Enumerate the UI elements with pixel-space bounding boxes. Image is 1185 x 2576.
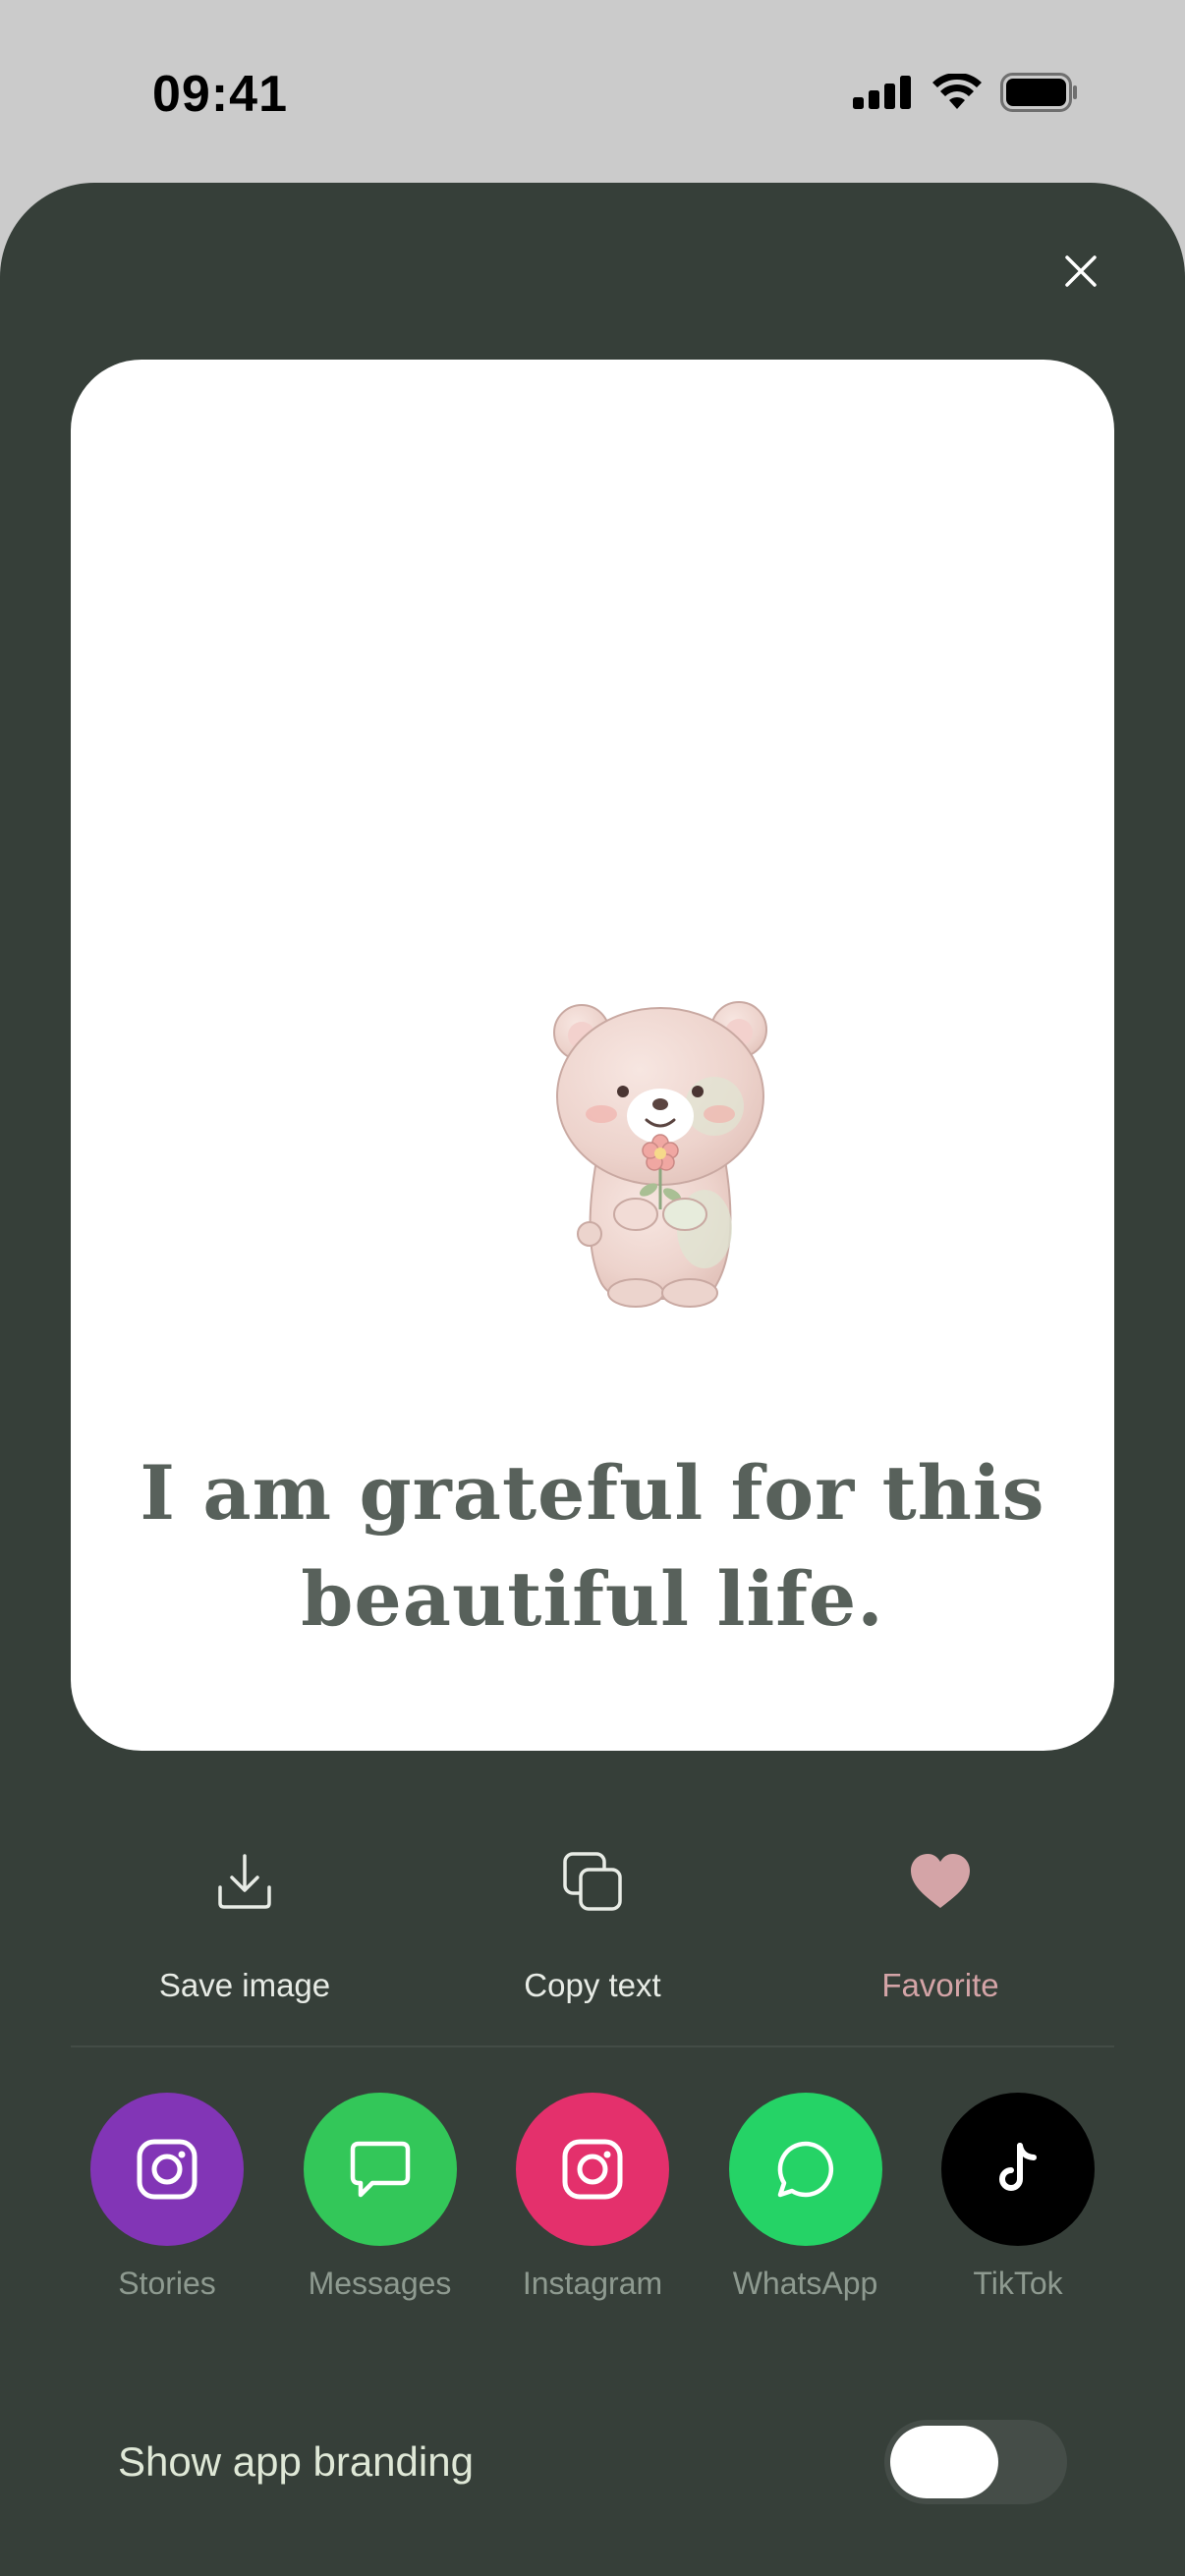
toggle-knob [890, 2426, 998, 2498]
share-whatsapp-button[interactable]: WhatsApp [707, 2093, 904, 2319]
share-tiktok-label: TikTok [973, 2266, 1063, 2301]
share-stories-label: Stories [118, 2266, 216, 2301]
bear-illustration [400, 890, 921, 1411]
status-time: 09:41 [152, 66, 288, 123]
share-tiktok-button[interactable]: TikTok [920, 2093, 1116, 2319]
tiktok-circle [941, 2093, 1095, 2246]
share-messages-button[interactable]: Messages [282, 2093, 479, 2319]
close-icon [1065, 255, 1097, 287]
stories-circle [90, 2093, 244, 2246]
whatsapp-circle [728, 2093, 882, 2246]
share-stories-button[interactable]: Stories [69, 2093, 265, 2319]
share-sheet: I am grateful for this beautiful life. S… [0, 183, 1185, 2576]
branding-row: Show app branding [118, 2415, 1067, 2509]
favorite-button[interactable]: Favorite [793, 1843, 1088, 2040]
cellular-signal-icon [853, 76, 911, 109]
instagram-circle [516, 2093, 669, 2246]
download-icon [210, 1847, 279, 1916]
affirmation-line-1: I am grateful for this [140, 1449, 1045, 1537]
show-app-branding-label: Show app branding [118, 2438, 474, 2485]
wifi-icon [932, 74, 982, 109]
share-instagram-button[interactable]: Instagram [494, 2093, 691, 2319]
status-bar: 09:41 [0, 0, 1185, 187]
tiktok-icon [999, 2143, 1037, 2191]
status-icons [853, 73, 1079, 112]
message-bubble-icon [350, 2141, 410, 2198]
affirmation-card: I am grateful for this beautiful life. [71, 360, 1114, 1751]
divider [71, 2045, 1114, 2047]
action-row: Save image Copy text Favorite [71, 1843, 1114, 2040]
share-messages-label: Messages [308, 2266, 452, 2301]
app-branding-toggle[interactable] [884, 2420, 1067, 2504]
copy-text-button[interactable]: Copy text [445, 1843, 740, 2040]
heart-icon [906, 1847, 975, 1916]
favorite-label: Favorite [881, 1967, 999, 2003]
affirmation-line-2: beautiful life. [301, 1555, 884, 1643]
instagram-icon [562, 2139, 623, 2200]
share-targets-row: Stories Messages Instagram WhatsApp TikT… [69, 2093, 1116, 2319]
instagram-icon [137, 2139, 198, 2200]
messages-circle [303, 2093, 457, 2246]
copy-text-label: Copy text [524, 1967, 661, 2003]
battery-icon [1000, 73, 1077, 112]
whatsapp-icon [777, 2141, 833, 2198]
copy-icon [558, 1847, 627, 1916]
close-button[interactable] [1045, 236, 1116, 307]
teddy-bear-with-flower-image [553, 1001, 767, 1308]
save-image-button[interactable]: Save image [97, 1843, 392, 2040]
share-whatsapp-label: WhatsApp [732, 2266, 878, 2301]
save-image-label: Save image [158, 1967, 331, 2003]
share-instagram-label: Instagram [522, 2266, 663, 2301]
affirmation-text: I am grateful for this beautiful life. [130, 1440, 1055, 1652]
